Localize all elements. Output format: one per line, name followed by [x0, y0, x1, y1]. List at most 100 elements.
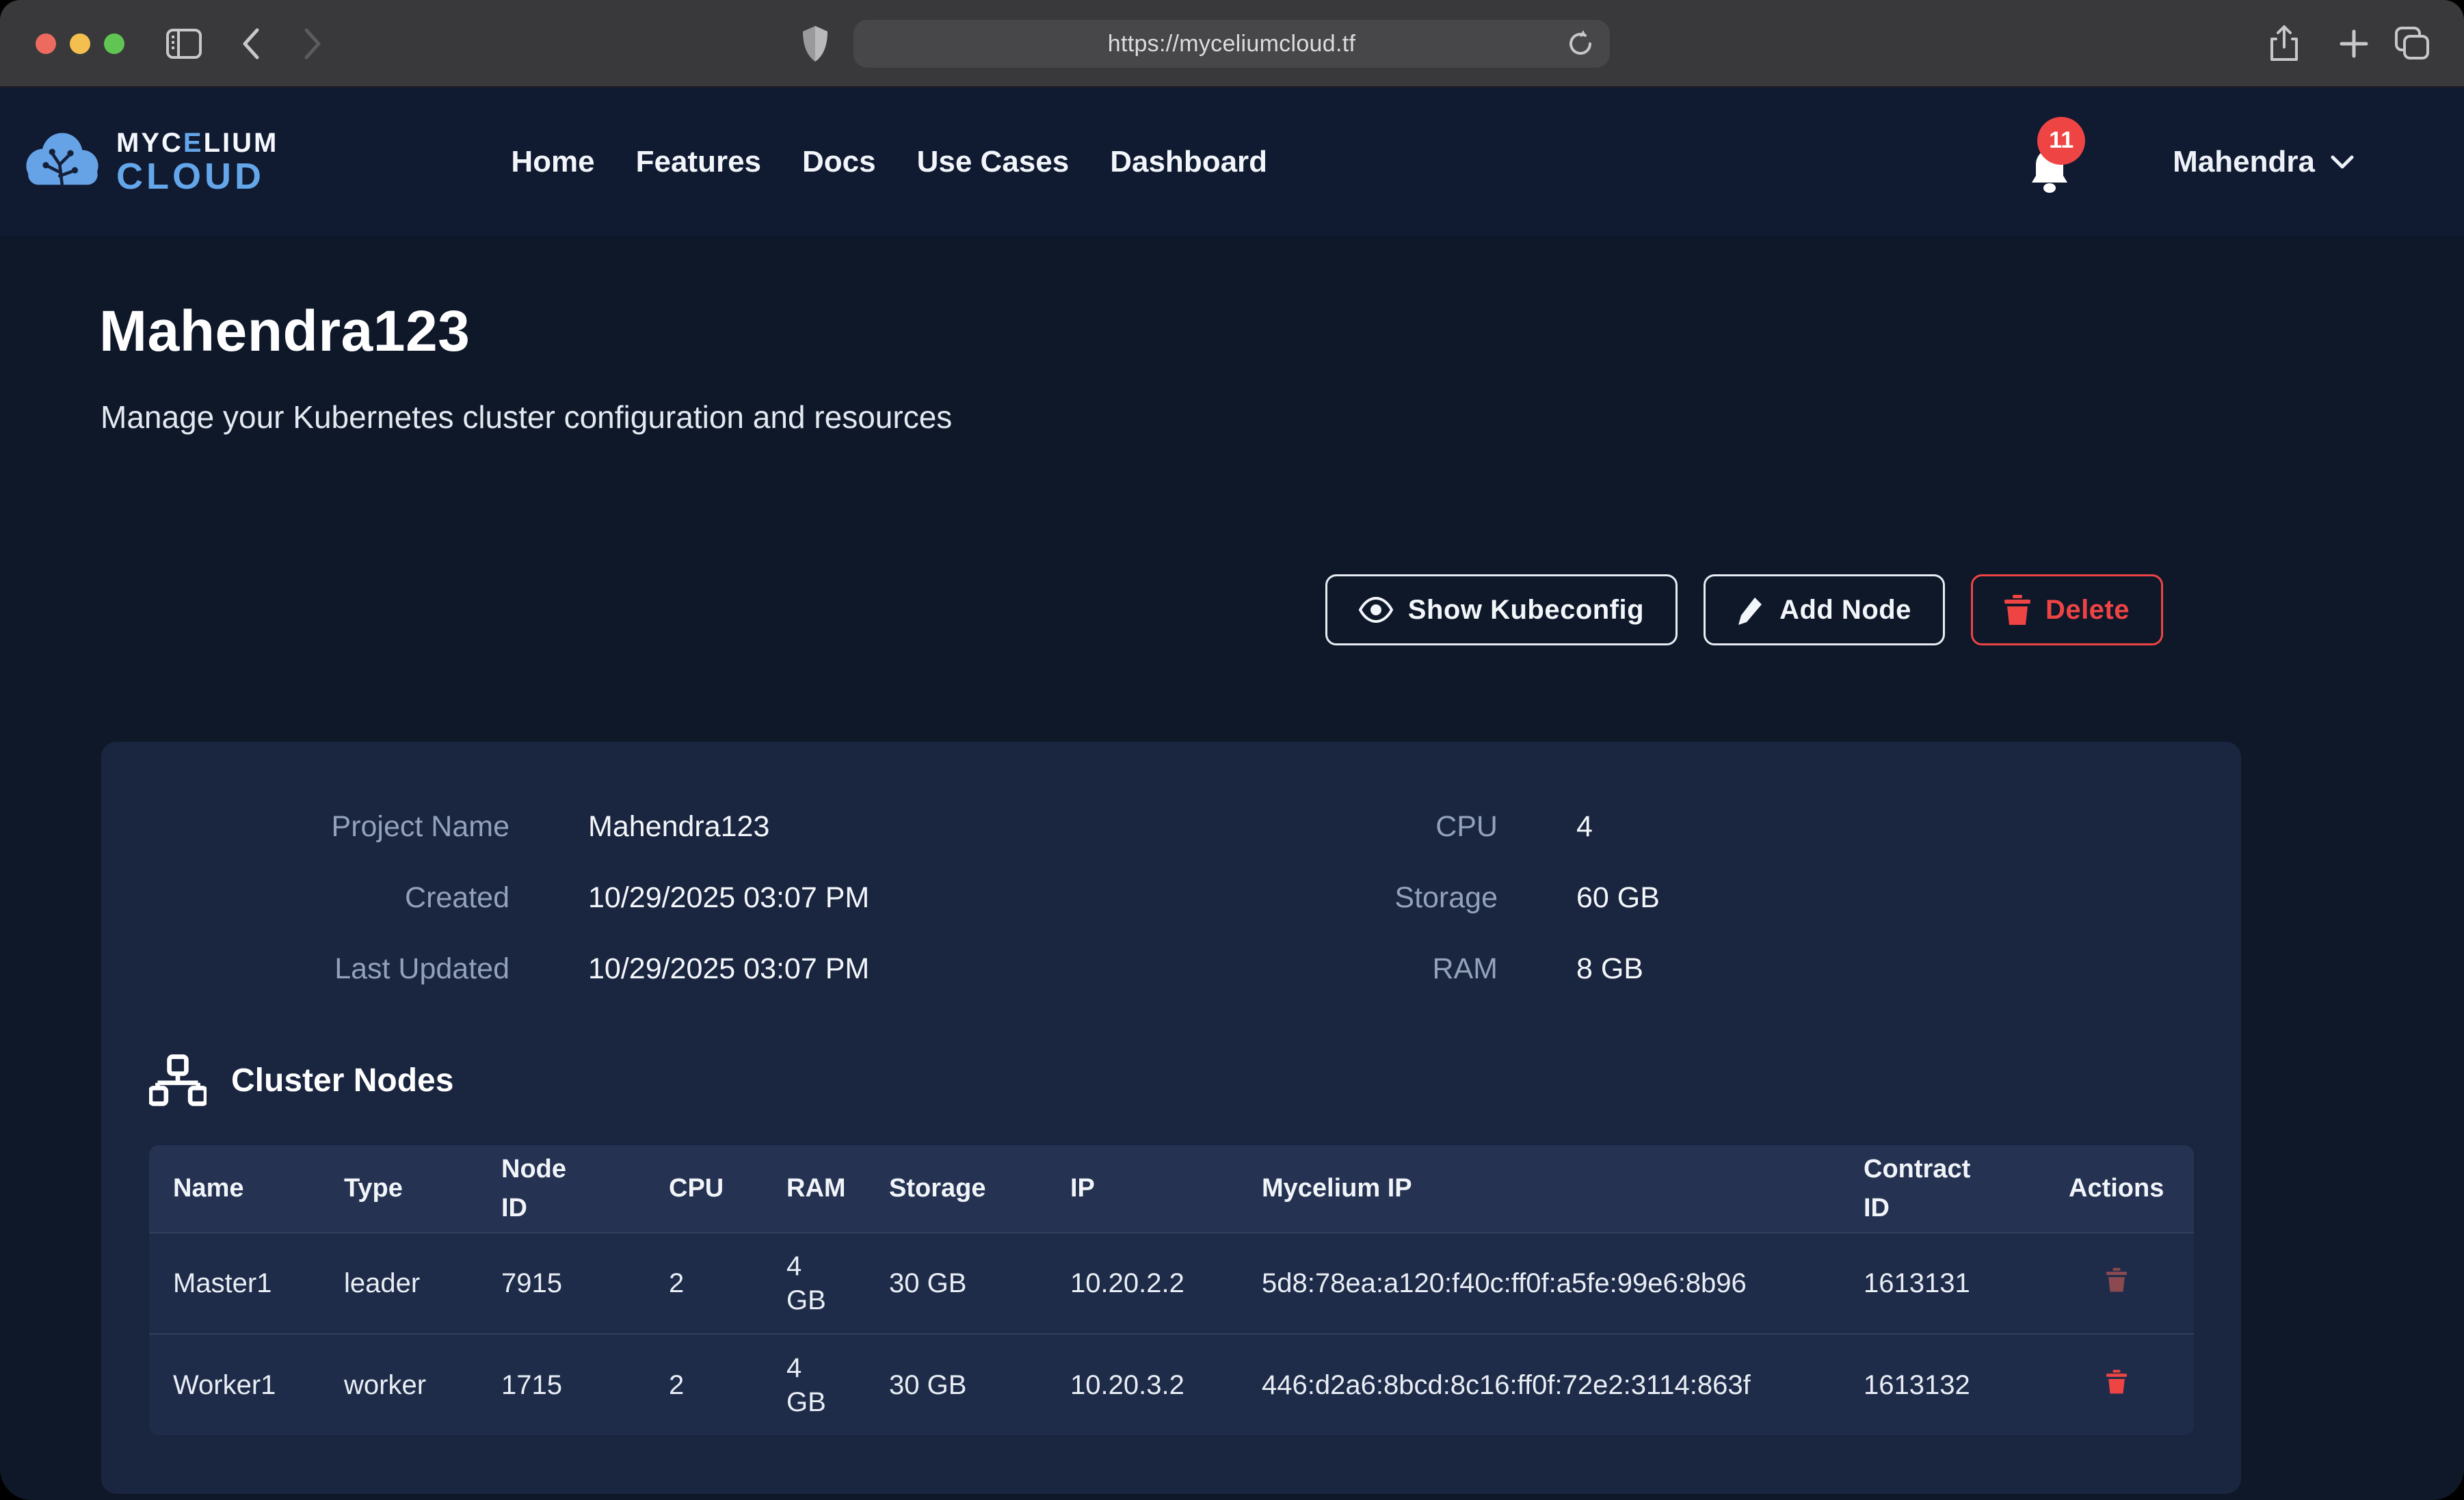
minimize-window-button[interactable]	[70, 34, 90, 54]
cell-mycelium-ip: 5d8:78ea:a120:f40c:ff0f:a5fe:99e6:8b96	[1238, 1233, 1840, 1334]
privacy-shield-icon[interactable]	[802, 25, 829, 63]
project-name-value: Mahendra123	[509, 791, 1193, 862]
share-icon	[2269, 25, 2299, 62]
nav-dashboard[interactable]: Dashboard	[1110, 145, 1267, 179]
cell-node-id: 1715	[477, 1334, 645, 1435]
forward-button[interactable]	[302, 0, 323, 88]
back-icon	[241, 27, 261, 60]
notification-count-badge: 11	[2037, 117, 2085, 165]
ram-label: RAM	[1193, 933, 1498, 1004]
node-row-worker1: Worker1 worker 1715 2 4 GB 30 GB 10.20.3…	[149, 1334, 2194, 1435]
col-type: Type	[320, 1145, 477, 1233]
sidebar-toggle-button[interactable]	[166, 0, 202, 88]
cell-contract-id: 1613131	[1840, 1233, 2045, 1334]
browser-chrome: https://myceliumcloud.tf	[0, 0, 2464, 88]
col-actions: Actions	[2045, 1145, 2194, 1233]
cell-ram: 4 GB	[763, 1233, 865, 1334]
page-title: Mahendra123	[99, 298, 470, 364]
col-cpu: CPU	[645, 1145, 763, 1233]
storage-label: Storage	[1193, 862, 1498, 933]
col-node-id: Node ID	[477, 1145, 645, 1233]
show-kubeconfig-button[interactable]: Show Kubeconfig	[1325, 574, 1678, 645]
reload-button[interactable]	[1565, 29, 1595, 59]
page-content: Mahendra123 Manage your Kubernetes clust…	[0, 88, 2464, 1499]
site-logo[interactable]: MYCELIUM CLOUD	[21, 129, 278, 195]
cell-type: worker	[320, 1334, 477, 1435]
delete-cluster-button[interactable]: Delete	[1971, 574, 2163, 645]
zoom-window-button[interactable]	[104, 34, 124, 54]
new-tab-button[interactable]	[2339, 0, 2369, 88]
nodes-table: Name Type Node ID CPU RAM Storage IP Myc…	[149, 1145, 2194, 1435]
cell-cpu: 2	[645, 1233, 763, 1334]
cell-name: Master1	[149, 1233, 320, 1334]
mycelium-cloud-logo-icon	[21, 129, 104, 195]
storage-value: 60 GB	[1498, 862, 2193, 933]
plus-icon	[2339, 29, 2369, 59]
cell-ip: 10.20.2.2	[1046, 1233, 1238, 1334]
cell-name: Worker1	[149, 1334, 320, 1435]
ram-value: 8 GB	[1498, 933, 2193, 1004]
cluster-nodes-header: Cluster Nodes	[149, 1054, 2193, 1107]
last-updated-value: 10/29/2025 03:07 PM	[509, 933, 1193, 1004]
tab-overview-button[interactable]	[2395, 0, 2430, 88]
cluster-nodes-title: Cluster Nodes	[231, 1062, 453, 1099]
close-window-button[interactable]	[36, 34, 56, 54]
project-name-label: Project Name	[149, 791, 509, 862]
notifications-button[interactable]: 11	[2029, 121, 2077, 203]
cell-mycelium-ip: 446:d2a6:8bcd:8c16:ff0f:72e2:3114:863f	[1238, 1334, 1840, 1435]
app-header: MYCELIUM CLOUD Home Features Docs Use Ca…	[0, 88, 2464, 236]
trash-icon	[2106, 1369, 2127, 1394]
cell-storage: 30 GB	[865, 1334, 1046, 1435]
main-nav: Home Features Docs Use Cases Dashboard	[511, 145, 1267, 179]
url-text: https://myceliumcloud.tf	[1108, 31, 1355, 57]
col-storage: Storage	[865, 1145, 1046, 1233]
nav-docs[interactable]: Docs	[802, 145, 876, 179]
cell-cpu: 2	[645, 1334, 763, 1435]
cell-node-id: 7915	[477, 1233, 645, 1334]
page-viewport: Mahendra123 Manage your Kubernetes clust…	[0, 88, 2464, 1499]
cell-type: leader	[320, 1233, 477, 1334]
header-right: 11 Mahendra	[2029, 88, 2464, 236]
cluster-info-grid: Project Name Mahendra123 CPU 4 Created 1…	[149, 791, 2193, 1004]
cell-storage: 30 GB	[865, 1233, 1046, 1334]
col-mycelium-ip: Mycelium IP	[1238, 1145, 1840, 1233]
forward-icon	[302, 27, 323, 60]
table-header-row: Name Type Node ID CPU RAM Storage IP Myc…	[149, 1145, 2194, 1233]
share-button[interactable]	[2269, 0, 2299, 88]
node-row-master1: Master1 leader 7915 2 4 GB 30 GB 10.20.2…	[149, 1233, 2194, 1334]
add-node-button[interactable]: Add Node	[1704, 574, 1945, 645]
address-bar[interactable]: https://myceliumcloud.tf	[853, 20, 1610, 68]
col-contract-id: Contract ID	[1840, 1145, 2045, 1233]
cluster-details-panel: Project Name Mahendra123 CPU 4 Created 1…	[101, 742, 2241, 1494]
nav-use-cases[interactable]: Use Cases	[917, 145, 1070, 179]
cell-actions	[2045, 1334, 2194, 1435]
col-ip: IP	[1046, 1145, 1238, 1233]
last-updated-label: Last Updated	[149, 933, 509, 1004]
nav-features[interactable]: Features	[636, 145, 761, 179]
cell-actions	[2045, 1233, 2194, 1334]
col-ram: RAM	[763, 1145, 865, 1233]
cpu-value: 4	[1498, 791, 2193, 862]
page-subtitle: Manage your Kubernetes cluster configura…	[101, 399, 952, 436]
sidebar-icon	[166, 29, 202, 59]
tabs-overview-icon	[2395, 27, 2430, 61]
chevron-down-icon	[2330, 154, 2355, 170]
user-name: Mahendra	[2173, 145, 2315, 179]
cluster-nodes-icon	[149, 1054, 207, 1107]
cpu-label: CPU	[1193, 791, 1498, 862]
user-menu[interactable]: Mahendra	[2173, 145, 2355, 179]
trash-icon	[2106, 1268, 2127, 1292]
pencil-icon	[1737, 595, 1764, 625]
created-label: Created	[149, 862, 509, 933]
nav-home[interactable]: Home	[511, 145, 594, 179]
traffic-lights	[36, 34, 124, 54]
eye-icon	[1359, 597, 1393, 623]
created-value: 10/29/2025 03:07 PM	[509, 862, 1193, 933]
delete-node-button[interactable]	[2069, 1268, 2127, 1292]
cell-ram: 4 GB	[763, 1334, 865, 1435]
logo-wordmark: MYCELIUM CLOUD	[116, 129, 278, 195]
cluster-actions: Show Kubeconfig Add Node	[1325, 574, 2163, 645]
delete-node-button[interactable]	[2069, 1369, 2127, 1394]
col-name: Name	[149, 1145, 320, 1233]
back-button[interactable]	[241, 0, 261, 88]
